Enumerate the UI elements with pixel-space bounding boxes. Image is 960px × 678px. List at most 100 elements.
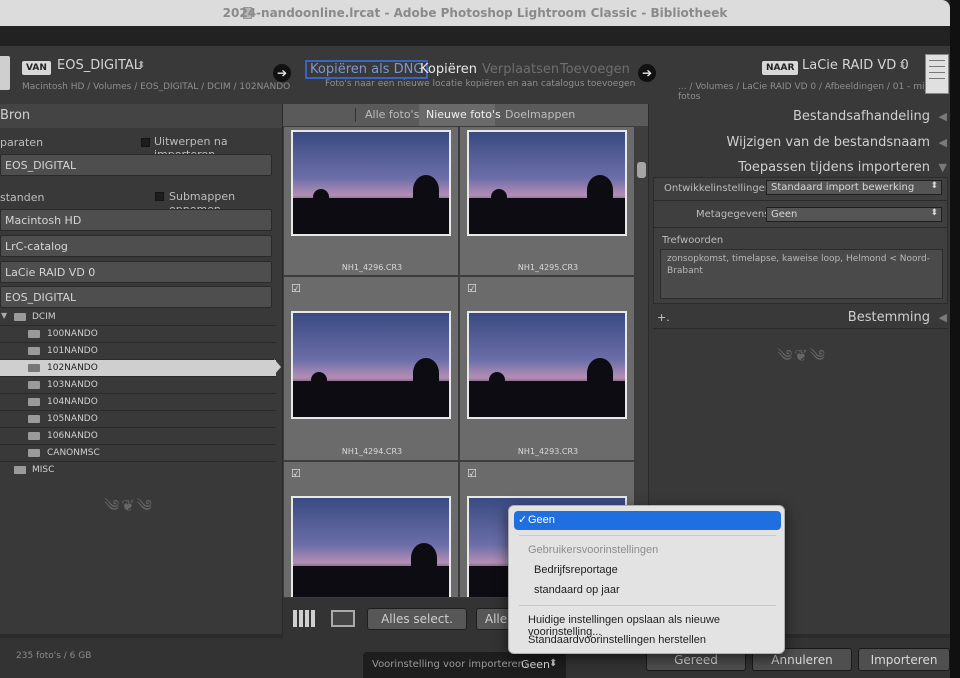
collapse-triangle-icon[interactable]: ◀ xyxy=(939,136,947,149)
section-destination[interactable]: Bestemming ◀ xyxy=(649,307,950,329)
folder-label: 105NANDO xyxy=(47,414,98,424)
folder-canonmsc[interactable]: CANONMSC xyxy=(0,445,276,462)
select-all-button[interactable]: Alles select. xyxy=(367,608,467,630)
photo-thumbnail[interactable] xyxy=(467,311,627,419)
files-label: standen xyxy=(0,191,45,204)
file-name: NH1_4294.CR3 xyxy=(341,447,403,456)
folder-icon xyxy=(28,330,40,338)
thumb-cell[interactable]: NH1_4295.CR3 xyxy=(459,126,635,276)
tab-all-photos[interactable]: Alle foto's xyxy=(365,108,419,121)
mode-move[interactable]: Verplaatsen xyxy=(482,62,559,77)
from-path: Macintosh HD / Volumes / EOS_DIGITAL / D… xyxy=(22,82,291,92)
eject-checkbox[interactable] xyxy=(141,138,150,147)
thumb-cell[interactable]: ☑ NH1_4294.CR3 xyxy=(283,276,459,461)
menu-item-save-preset[interactable]: Huidige instellingen opslaan als nieuwe … xyxy=(514,611,781,638)
folder-label: 106NANDO xyxy=(47,431,98,441)
loupe-view-icon[interactable] xyxy=(331,610,355,627)
grid-view-icon[interactable] xyxy=(293,610,317,627)
metadata-select[interactable]: Geen ⬍ xyxy=(766,207,942,222)
volume-lacie[interactable]: LaCie RAID VD 0 xyxy=(0,261,272,283)
collapse-triangle-icon[interactable]: ◀ xyxy=(939,110,947,123)
expand-triangle-icon[interactable]: ▼ xyxy=(939,161,947,174)
arrow-right-icon: ➔ xyxy=(273,64,291,82)
from-volume[interactable]: EOS_DIGITAL xyxy=(57,58,141,73)
source-device-icon[interactable] xyxy=(0,56,10,90)
panel-end-ornament-icon: ༄❦༄ xyxy=(777,346,827,365)
folder-label: DCIM xyxy=(32,312,56,322)
menu-separator xyxy=(519,535,776,536)
mode-copy-dng[interactable]: Kopiëren als DNG xyxy=(305,60,429,79)
folder-105nando[interactable]: 105NANDO xyxy=(0,411,276,428)
from-badge: VAN xyxy=(22,61,51,75)
keywords-field[interactable]: zonsopkomst, timelapse, kaweise loop, He… xyxy=(660,249,943,299)
menu-item-bedrijfsreportage[interactable]: Bedrijfsreportage xyxy=(514,561,781,580)
folder-dcim[interactable]: ▼ DCIM xyxy=(0,309,276,326)
collapse-triangle-icon[interactable]: ◀ xyxy=(939,311,947,324)
device-eos-digital[interactable]: EOS_DIGITAL xyxy=(0,154,272,176)
select-arrows-icon: ⬍ xyxy=(930,208,938,218)
photo-thumbnail[interactable] xyxy=(467,130,627,236)
section-apply[interactable]: Toepassen tijdens importeren ▼ xyxy=(649,157,950,179)
menu-item-restore-defaults[interactable]: Standaardvoorinstellingen herstellen xyxy=(514,631,781,650)
thumb-cell[interactable]: ☑ NH1_4293.CR3 xyxy=(459,276,635,461)
folder-icon xyxy=(14,466,26,474)
to-path: ... / Volumes / LaCie RAID VD 0 / Afbeel… xyxy=(678,82,933,102)
expand-triangle-icon[interactable]: ▼ xyxy=(1,311,7,320)
folder-label: 104NANDO xyxy=(47,397,98,407)
volume-eos-digital[interactable]: EOS_DIGITAL xyxy=(0,286,272,308)
file-name: NH1_4293.CR3 xyxy=(517,447,579,456)
folder-misc[interactable]: MISC xyxy=(0,462,276,479)
destination-drive-icon[interactable] xyxy=(925,54,949,94)
grid-scrollbar-thumb[interactable] xyxy=(637,162,646,178)
preset-label: Voorinstelling voor importeren: xyxy=(372,659,528,670)
section-file-handling[interactable]: Bestandsafhandeling ◀ xyxy=(649,106,950,128)
source-header: Bron xyxy=(0,104,282,128)
to-volume-chevron-icon[interactable]: ⬍ xyxy=(898,60,906,71)
photo-thumbnail[interactable] xyxy=(291,130,451,236)
volume-macintosh-hd[interactable]: Macintosh HD xyxy=(0,209,272,231)
to-volume[interactable]: LaCie RAID VD 0 xyxy=(802,58,909,73)
folder-label: 101NANDO xyxy=(47,346,98,356)
preset-value[interactable]: Geen xyxy=(521,658,550,671)
add-folder-icon[interactable]: +. xyxy=(657,311,670,324)
folder-102nando-selected[interactable]: 102NANDO xyxy=(0,359,281,377)
window-title: 2024-nandoonline.lrcat - Adobe Photoshop… xyxy=(222,6,728,20)
include-checkbox[interactable]: ☑ xyxy=(291,283,302,294)
folder-icon xyxy=(28,449,40,457)
menu-item-standaard-op-jaar[interactable]: standaard op jaar xyxy=(514,581,781,600)
tab-new-photos[interactable]: Nieuwe foto's xyxy=(426,108,501,121)
import-button[interactable]: Importeren xyxy=(858,648,950,671)
section-rename[interactable]: Wijzigen van de bestandsnaam ◀ xyxy=(649,132,950,154)
mode-copy[interactable]: Kopiëren xyxy=(420,62,477,77)
folder-100nando[interactable]: 100NANDO xyxy=(0,326,276,343)
checkmark-icon: ✓ xyxy=(518,514,528,526)
include-checkbox[interactable]: ☑ xyxy=(291,468,302,479)
folder-103nando[interactable]: 103NANDO xyxy=(0,377,276,394)
from-volume-chevron-icon[interactable]: ⬍ xyxy=(137,60,145,71)
divider xyxy=(654,200,947,201)
include-checkbox[interactable]: ☑ xyxy=(467,283,478,294)
folder-106nando[interactable]: 106NANDO xyxy=(0,428,276,445)
thumb-cell[interactable]: ☑ xyxy=(283,461,459,598)
thumb-cell[interactable]: NH1_4296.CR3 xyxy=(283,126,459,276)
folder-label: MISC xyxy=(32,465,55,475)
volume-lrc-catalog[interactable]: LrC-catalog xyxy=(0,235,272,257)
photo-thumbnail[interactable] xyxy=(291,496,451,597)
file-name: NH1_4295.CR3 xyxy=(517,263,579,272)
menu-item-none[interactable]: ✓ Geen xyxy=(514,511,781,530)
folder-label: 103NANDO xyxy=(47,380,98,390)
mode-add[interactable]: Toevoegen xyxy=(560,62,630,77)
include-checkbox[interactable]: ☑ xyxy=(467,468,478,479)
tab-destination-folders[interactable]: Doelmappen xyxy=(505,108,575,121)
folder-104nando[interactable]: 104NANDO xyxy=(0,394,276,411)
toolbar-strip xyxy=(0,26,950,46)
develop-settings-select[interactable]: Standaard import bewerking ⬍ xyxy=(766,180,942,195)
preset-chevron-icon[interactable]: ⬍ xyxy=(549,658,557,669)
section-title: Wijzigen van de bestandsnaam xyxy=(726,135,930,150)
photo-count: 235 foto's / 6 GB xyxy=(16,651,92,661)
photo-thumbnail[interactable] xyxy=(291,311,451,419)
folder-101nando[interactable]: 101NANDO xyxy=(0,343,276,360)
select-arrows-icon: ⬍ xyxy=(930,181,938,191)
subfolders-checkbox[interactable] xyxy=(155,192,164,201)
preset-dropdown-menu: ✓ Geen Gebruikersvoorinstellingen Bedrij… xyxy=(508,505,785,654)
